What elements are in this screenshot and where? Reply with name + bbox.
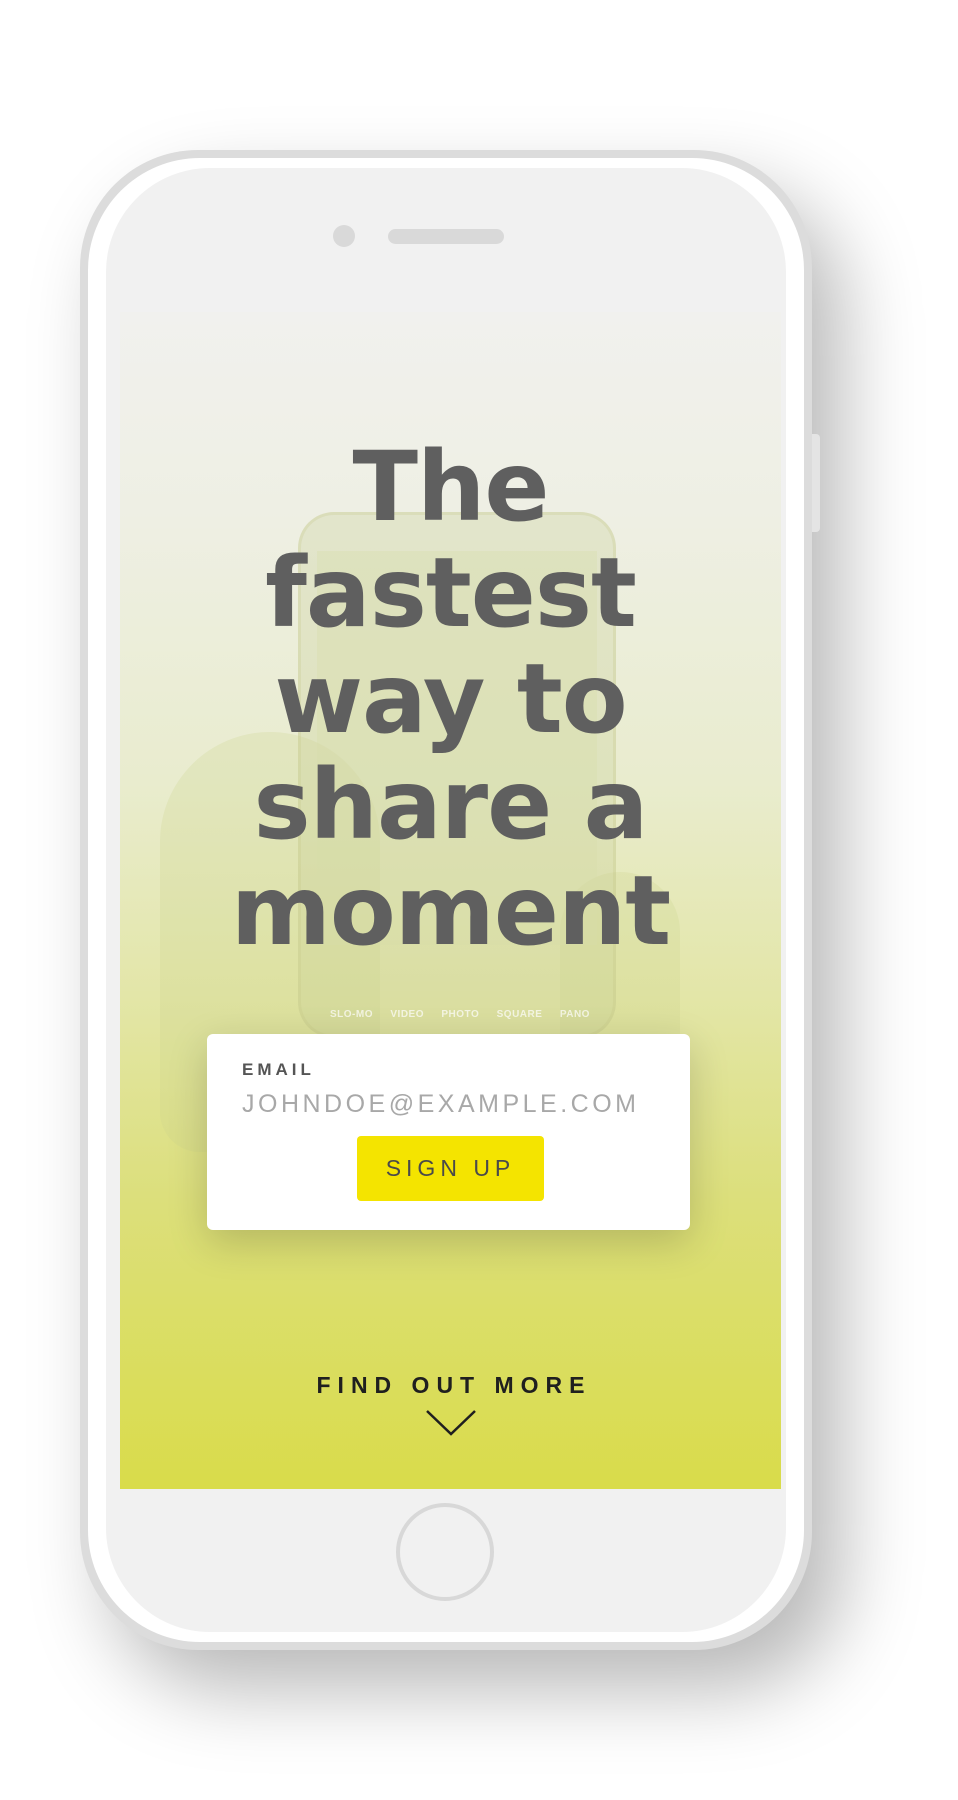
chevron-down-icon[interactable] [425,1409,477,1437]
headline-line: fastest [265,537,637,649]
email-field[interactable] [240,1087,664,1121]
find-out-more-label: FIND OUT MORE [316,1372,592,1398]
phone-side-button [812,434,820,532]
camera-mode: SQUARE [496,1009,543,1020]
home-button [396,1503,494,1601]
earpiece-speaker [388,229,504,244]
hero-headline: The fastest way to share a moment [120,434,781,964]
sign-up-button[interactable]: SIGN UP [357,1136,544,1201]
headline-line: moment [230,855,671,967]
headline-line: way to [274,643,627,755]
camera-mode: PHOTO [441,1009,480,1020]
signup-card: EMAIL SIGN UP [207,1034,690,1230]
app-screen: SLO-MO VIDEO PHOTO SQUARE PANO The faste… [120,312,781,1489]
stage: SLO-MO VIDEO PHOTO SQUARE PANO The faste… [0,0,958,1800]
camera-mode: SLO-MO [330,1009,373,1020]
find-out-more-link[interactable]: FIND OUT MORE [120,1372,781,1437]
background-camera-modes: SLO-MO VIDEO PHOTO SQUARE PANO [330,1009,590,1020]
camera-mode: PANO [559,1009,590,1020]
headline-line: The [352,431,550,543]
headline-line: share a [253,749,649,861]
email-label: EMAIL [242,1060,315,1079]
front-camera-icon [333,225,355,247]
camera-mode: VIDEO [390,1009,424,1020]
